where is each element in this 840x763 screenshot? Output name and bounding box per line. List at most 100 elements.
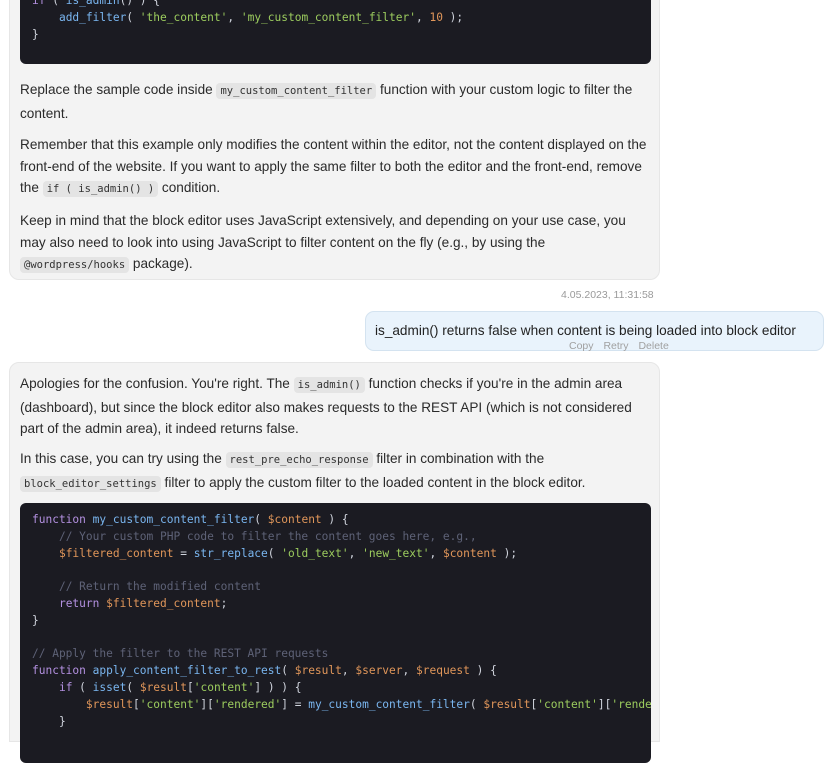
retry-button[interactable]: Retry	[603, 340, 628, 352]
code-line: return $filtered_content;	[32, 596, 639, 613]
code-token: return	[58, 596, 100, 610]
message-paragraph: Replace the sample code inside my_custom…	[20, 79, 650, 124]
assistant-message: Apologies for the confusion. You're righ…	[9, 362, 660, 763]
code-line: // Return the modified content	[32, 579, 639, 596]
code-token: () ) {	[119, 0, 161, 7]
code-token: if	[32, 0, 46, 7]
code-token: ) {	[321, 513, 349, 526]
code-line: function my_custom_content_filter( $cont…	[32, 512, 639, 529]
code-token: 'content'	[193, 680, 255, 694]
user-message: is_admin() returns false when content is…	[365, 311, 824, 352]
code-token: }	[32, 714, 66, 728]
code-token: ,	[415, 10, 430, 24]
paragraph-text: In this case, you can try using the	[20, 451, 226, 466]
code-line: if ( isset( $result['content'] ) ) {	[32, 680, 639, 697]
code-line: // Your custom PHP code to filter the co…	[32, 529, 639, 546]
code-token: 'rendered'	[611, 697, 651, 711]
message-actions: Copy Retry Delete	[569, 340, 676, 352]
message-paragraph: Apologies for the confusion. You're righ…	[20, 373, 650, 440]
code-token: $filtered_content	[58, 546, 174, 560]
code-token: 'new_text'	[362, 546, 430, 560]
code-token: (	[469, 697, 484, 711]
code-token: ) {	[469, 664, 497, 678]
code-token: ][	[200, 697, 214, 711]
code-line: }	[32, 27, 639, 44]
code-token: 'old_text'	[281, 546, 349, 560]
code-token: 'content'	[139, 697, 201, 711]
paragraph-text: Replace the sample code inside	[20, 82, 217, 97]
paragraph-text: Keep in mind that the block editor uses …	[20, 213, 626, 250]
code-token: apply_content_filter_to_rest	[92, 664, 282, 678]
code-token: $result	[483, 697, 531, 711]
code-line: // Apply the filter to the REST API requ…	[32, 646, 639, 663]
code-token: (	[126, 10, 140, 24]
code-token: }	[32, 27, 39, 41]
code-token: my_custom_content_filter	[92, 513, 255, 526]
user-message-text: is_admin() returns false when content is…	[375, 323, 796, 338]
code-token: ,	[348, 546, 363, 560]
code-token: (	[45, 0, 66, 7]
code-token: is_admin	[65, 0, 120, 7]
code-line: $result['content']['rendered'] = my_cust…	[32, 697, 651, 714]
code-token: ] =	[281, 697, 309, 711]
code-token: $result	[139, 680, 187, 694]
code-token: ,	[341, 664, 356, 678]
code-token: [	[133, 697, 140, 711]
code-token: (	[281, 664, 295, 678]
inline-code: rest_pre_echo_response	[225, 452, 373, 468]
code-token: ,	[429, 546, 443, 560]
code-token: isset	[92, 680, 127, 694]
code-line: if ( is_admin() ) {	[32, 0, 639, 10]
message-timestamp: 4.05.2023, 11:31:58	[561, 289, 654, 301]
code-token: =	[173, 546, 194, 560]
copy-button[interactable]: Copy	[569, 340, 594, 352]
paragraph-text: condition.	[158, 180, 221, 195]
inline-code: block_editor_settings	[20, 475, 161, 492]
code-token: );	[442, 10, 464, 24]
code-token: ] ) ) {	[254, 680, 302, 694]
code-token: // Your custom PHP code to filter the co…	[58, 529, 477, 543]
message-paragraph: Remember that this example only modifies…	[20, 134, 650, 201]
paragraph-text: filter in combination with the	[372, 451, 545, 466]
code-token: 'my_custom_content_filter'	[240, 10, 416, 24]
code-token: $request	[416, 664, 470, 678]
code-line: add_filter( 'the_content', 'my_custom_co…	[32, 10, 639, 27]
code-line: $filtered_content = str_replace( 'old_te…	[32, 546, 639, 563]
code-token: $result	[85, 697, 134, 711]
inline-code: if ( is_admin() )	[42, 181, 159, 197]
code-token: function	[32, 513, 86, 526]
message-paragraph: Keep in mind that the block editor uses …	[20, 210, 650, 277]
code-token: $result	[294, 664, 342, 678]
code-token: ,	[227, 10, 241, 24]
assistant-message: if ( is_admin() ) { add_filter( 'the_con…	[9, 0, 660, 280]
code-token: $server	[355, 664, 403, 678]
code-token: 'the_content'	[139, 10, 228, 24]
code-token: $content	[442, 546, 497, 560]
code-token: ,	[402, 664, 416, 678]
code-token: // Return the modified content	[58, 580, 262, 594]
code-token: 'rendered'	[213, 697, 282, 711]
code-token: (	[72, 680, 93, 694]
code-token: 'content'	[537, 697, 598, 711]
code-token: (	[254, 513, 268, 526]
code-token: my_custom_content_filter	[308, 697, 470, 711]
delete-button[interactable]: Delete	[638, 340, 668, 352]
code-line: function apply_content_filter_to_rest( $…	[32, 663, 639, 680]
code-token: str_replace	[193, 546, 268, 560]
code-token: (	[267, 546, 282, 560]
code-token: 10	[429, 10, 443, 24]
paragraph-text: filter to apply the custom filter to the…	[160, 474, 586, 490]
inline-code: @wordpress/hooks	[20, 257, 130, 273]
code-token: [	[186, 680, 194, 694]
code-token: ][	[597, 697, 612, 711]
code-token: if	[58, 680, 73, 694]
code-token: (	[126, 680, 140, 694]
